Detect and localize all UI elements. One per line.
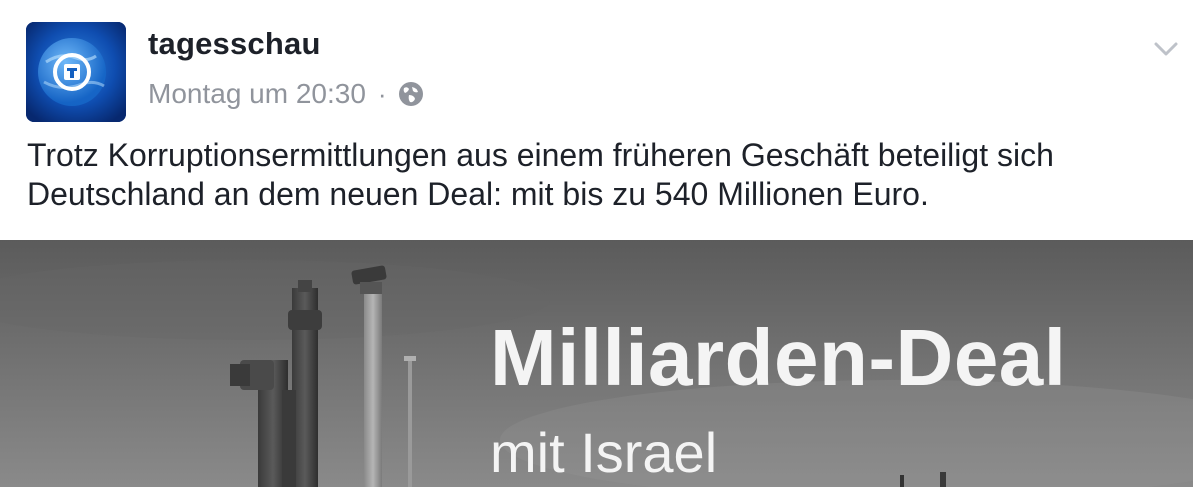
image-headline: Milliarden-Deal (490, 313, 1067, 402)
post-timestamp[interactable]: Montag um 20:30 (148, 78, 366, 110)
image-subline: mit Israel (490, 421, 718, 484)
page-name[interactable]: tagesschau (148, 26, 321, 62)
tagesschau-logo (26, 22, 126, 122)
post-text: Trotz Korruptionsermittlungen aus einem … (27, 137, 1054, 212)
globe-icon (397, 80, 425, 108)
post-header: tagesschau Montag um 20:30 · (0, 0, 1193, 130)
facebook-post: tagesschau Montag um 20:30 · Trotz Korru… (0, 0, 1193, 487)
meta-separator: · (377, 78, 387, 109)
chevron-down-icon[interactable] (1150, 36, 1182, 64)
post-meta: Montag um 20:30 · (148, 76, 425, 112)
page-avatar[interactable] (26, 22, 126, 122)
